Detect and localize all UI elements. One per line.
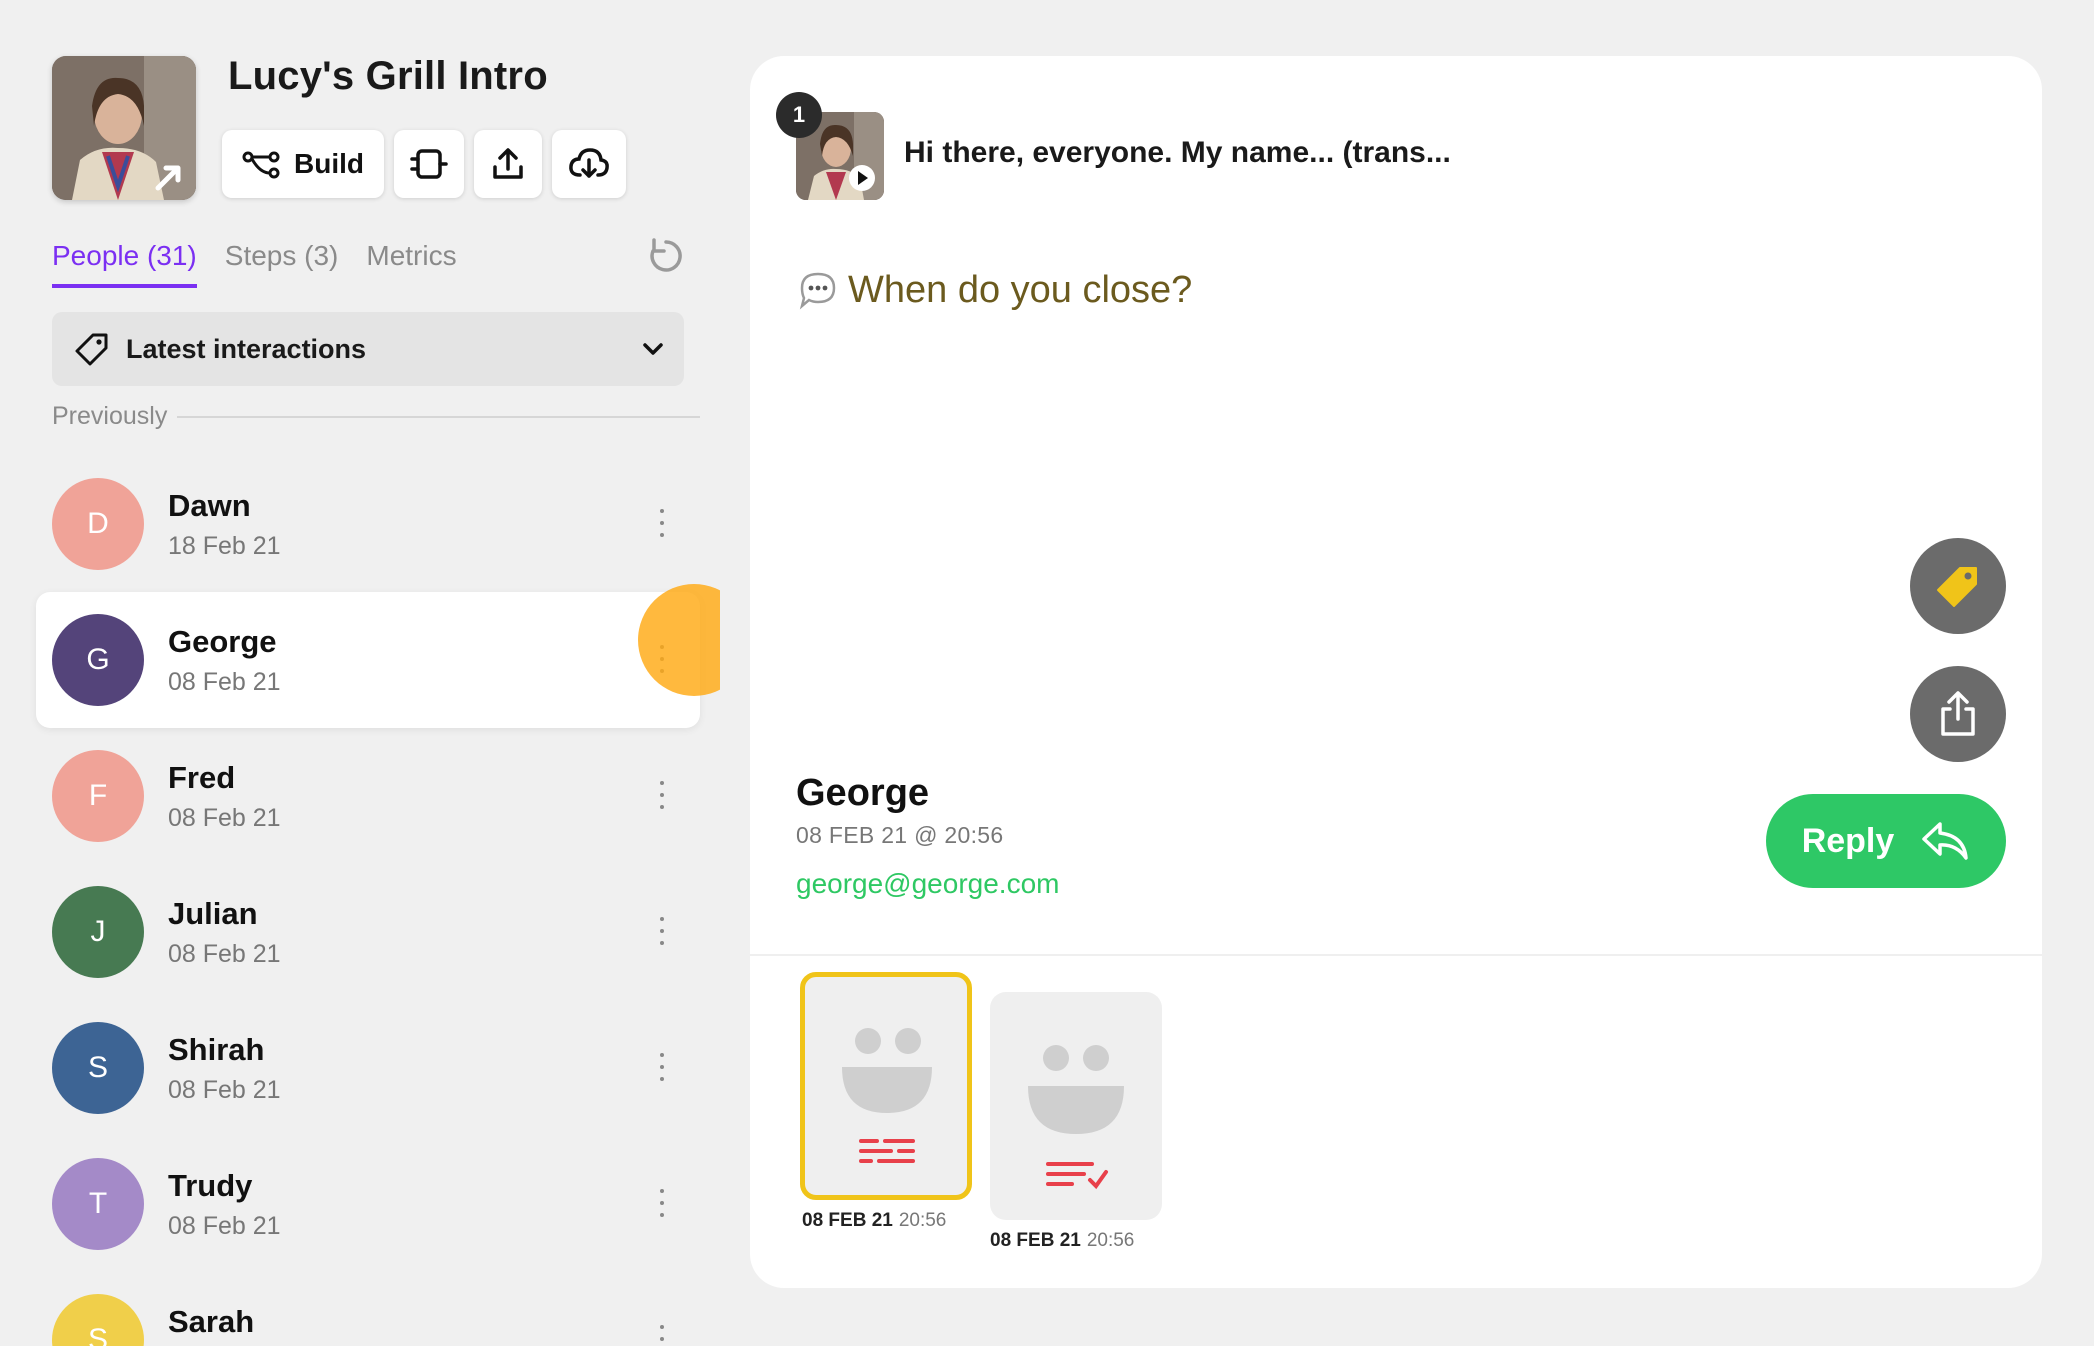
list-item-person[interactable]: T Trudy 08 Feb 21: [36, 1136, 700, 1272]
plug-icon: [410, 149, 448, 179]
tab-metrics[interactable]: Metrics: [366, 240, 456, 284]
tile-date: 08 FEB 21: [802, 1210, 893, 1231]
avatar: J: [52, 886, 144, 978]
connect-button[interactable]: [394, 130, 464, 198]
more-options-icon[interactable]: [656, 914, 668, 950]
person-name: Fred: [168, 760, 236, 795]
tile-date: 08 FEB 21: [990, 1230, 1081, 1251]
list-item-person[interactable]: F Fred 08 Feb 21: [36, 728, 700, 864]
tile-time: 20:56: [898, 1210, 947, 1231]
left-tabs: People (31) Steps (3) Metrics: [52, 240, 457, 288]
response-tile-caption: 08 FEB 21 20:56: [802, 1210, 946, 1232]
person-date: 08 Feb 21: [168, 940, 281, 968]
response-tile-selected[interactable]: [800, 972, 972, 1200]
upload-icon: [493, 148, 523, 179]
person-date: 08 Feb 21: [168, 1212, 281, 1240]
tag-icon: [1937, 567, 1977, 607]
download-button[interactable]: [552, 130, 626, 198]
chevron-down-icon: [643, 343, 663, 355]
tab-people[interactable]: People (31): [52, 240, 197, 288]
avatar: T: [52, 1158, 144, 1250]
avatar: F: [52, 750, 144, 842]
filter-label: Latest interactions: [126, 333, 367, 364]
reply-button[interactable]: Reply: [1766, 794, 2006, 888]
question-text: When do you close?: [848, 268, 1193, 311]
reply-button-label: Reply: [1801, 821, 1895, 860]
avatar: D: [52, 478, 144, 570]
people-list: D Dawn 18 Feb 21 G George 08 Feb 21 F Fr…: [36, 456, 700, 1346]
more-options-icon[interactable]: [656, 506, 668, 542]
build-button-label: Build: [294, 148, 364, 179]
card-divider: [750, 954, 2042, 956]
avatar: G: [52, 614, 144, 706]
build-button[interactable]: Build: [222, 130, 384, 198]
responder-email-link[interactable]: george@george.com: [796, 868, 1059, 900]
speech-bubble-icon: [799, 272, 836, 310]
project-thumbnail[interactable]: [52, 56, 196, 200]
question-prompt: When do you close?: [796, 268, 1192, 312]
tab-steps[interactable]: Steps (3): [225, 240, 339, 284]
project-title: Lucy's Grill Intro: [228, 54, 548, 98]
transcript-checked-icon: [1046, 1162, 1108, 1190]
person-date: 08 Feb 21: [168, 804, 281, 832]
person-name: Dawn: [168, 488, 251, 523]
more-options-icon[interactable]: [656, 1322, 668, 1346]
person-date: 08 Feb 21: [168, 1076, 281, 1104]
person-name: Shirah: [168, 1032, 265, 1067]
interactions-filter-dropdown[interactable]: Latest interactions: [52, 312, 684, 386]
refresh-icon[interactable]: [646, 236, 686, 281]
step-number-badge: 1: [776, 92, 822, 138]
response-detail-card: 1 Hi there, everyone. My name... (trans.…: [750, 56, 2042, 1288]
reply-arrow-icon: [1922, 822, 1969, 860]
person-date: 18 Feb 21: [168, 532, 281, 560]
section-label: Previously: [52, 402, 168, 430]
response-tile-caption: 08 FEB 21 20:56: [990, 1230, 1134, 1252]
person-name: Sarah: [168, 1304, 255, 1339]
tag-response-button[interactable]: [1910, 538, 2006, 634]
responder-name: George: [796, 772, 930, 814]
list-item-person[interactable]: J Julian 08 Feb 21: [36, 864, 700, 1000]
cloud-download-icon: [569, 148, 609, 178]
transcript-icon: [859, 1139, 915, 1163]
branch-icon: [242, 151, 280, 179]
left-panel: Lucy's Grill Intro Build People (31) Ste…: [0, 0, 720, 1346]
list-item-person[interactable]: S Sarah: [36, 1272, 700, 1346]
avatar: S: [52, 1022, 144, 1114]
tag-icon: [75, 333, 108, 366]
export-button[interactable]: [474, 130, 542, 198]
person-name: Trudy: [168, 1168, 253, 1203]
person-name: Julian: [168, 896, 258, 931]
list-item-person[interactable]: D Dawn 18 Feb 21: [36, 456, 700, 592]
person-date: 08 Feb 21: [168, 668, 281, 696]
share-icon: [1941, 691, 1975, 736]
more-options-icon[interactable]: [656, 778, 668, 814]
more-options-icon[interactable]: [656, 1186, 668, 1222]
project-toolbar: Build: [222, 130, 626, 198]
tile-time: 20:56: [1086, 1230, 1135, 1251]
section-divider: [177, 415, 700, 418]
more-options-icon[interactable]: [656, 1050, 668, 1086]
share-response-button[interactable]: [1910, 666, 2006, 762]
avatar: S: [52, 1294, 144, 1346]
list-item-person-selected[interactable]: G George 08 Feb 21: [36, 592, 700, 728]
list-item-person[interactable]: S Shirah 08 Feb 21: [36, 1000, 700, 1136]
response-tile[interactable]: [990, 992, 1162, 1220]
person-name: George: [168, 624, 277, 659]
section-previously: Previously: [52, 402, 700, 431]
step-transcript-preview[interactable]: Hi there, everyone. My name... (trans...: [904, 136, 1451, 170]
response-datetime: 08 FEB 21 @ 20:56: [796, 822, 1004, 848]
